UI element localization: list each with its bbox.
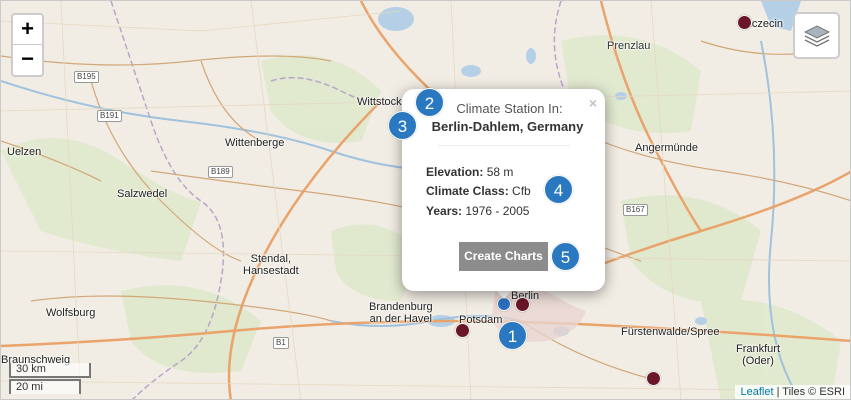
place-label-prenzlau: Prenzlau [607, 40, 651, 52]
scale-km: 30 km [9, 363, 91, 378]
attribution: Leaflet | Tiles © ESRI [735, 385, 850, 399]
place-label-wolfsburg: Wolfsburg [46, 307, 96, 319]
station-marker-szczecin[interactable] [737, 15, 752, 30]
annotation-badge-4: 4 [544, 175, 573, 204]
climate-class-label: Climate Class: [426, 184, 509, 198]
place-label-angermuende: Angermünde [635, 142, 698, 154]
elevation-value: 58 m [483, 165, 514, 179]
scale-mi: 20 mi [9, 379, 81, 394]
zoom-in-button[interactable]: + [13, 15, 42, 45]
popup-station-name: Berlin-Dahlem, Germany [431, 119, 584, 134]
climate-class-row: Climate Class: Cfb [426, 184, 531, 198]
years-value: 1976 - 2005 [462, 204, 530, 218]
scale-bar: 30 km 20 mi [9, 363, 91, 394]
station-marker-potsdam[interactable] [455, 323, 470, 338]
road-shield-b191: B191 [97, 110, 122, 122]
annotation-badge-1: 1 [498, 321, 527, 350]
place-label-fuerstenwalde: Fürstenwalde/Spree [621, 326, 720, 338]
map[interactable]: Szczecin Prenzlau Wittstock Wittenberge … [0, 0, 851, 400]
years-label: Years: [426, 204, 463, 218]
elevation-label: Elevation: [426, 165, 484, 179]
zoom-control: + − [11, 13, 44, 77]
layers-button[interactable] [793, 12, 840, 59]
road-shield-b189: B189 [208, 166, 233, 178]
elevation-row: Elevation: 58 m [426, 165, 513, 179]
place-label-frankfurt-oder: Frankfurt (Oder) [736, 343, 781, 367]
place-label-stendal: Stendal, Hansestadt [243, 253, 299, 277]
station-marker-southeast[interactable] [646, 371, 661, 386]
create-charts-button[interactable]: Create Charts [459, 242, 548, 271]
road-shield-b195: B195 [74, 71, 99, 83]
leaflet-link[interactable]: Leaflet [740, 386, 773, 398]
annotation-badge-5: 5 [551, 242, 580, 271]
road-shield-b1: B1 [273, 337, 289, 349]
place-label-wittstock: Wittstock [357, 96, 402, 108]
tiles-credit: | Tiles © ESRI [773, 386, 845, 398]
annotation-badge-2: 2 [415, 88, 444, 117]
station-marker-berlin[interactable] [515, 297, 530, 312]
annotation-badge-3: 3 [388, 111, 417, 140]
place-label-wittenberge: Wittenberge [225, 137, 285, 149]
station-marker-selected[interactable] [497, 297, 511, 311]
zoom-out-button[interactable]: − [13, 45, 42, 75]
place-label-brandenburg: Brandenburg an der Havel [369, 301, 433, 325]
layers-icon [803, 24, 830, 47]
road-shield-b167: B167 [623, 204, 648, 216]
place-label-uelzen: Uelzen [7, 146, 42, 158]
place-label-salzwedel: Salzwedel [117, 188, 168, 200]
years-row: Years: 1976 - 2005 [426, 204, 529, 218]
popup-divider [438, 145, 570, 146]
climate-class-value: Cfb [508, 184, 531, 198]
